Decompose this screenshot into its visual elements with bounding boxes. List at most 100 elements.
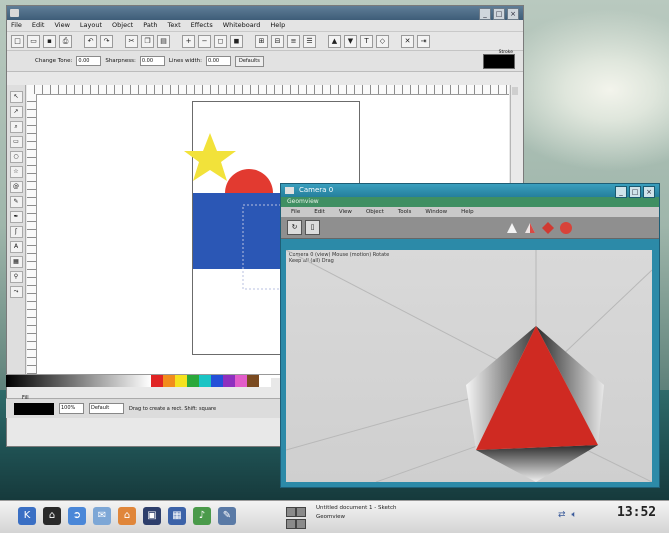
konqueror-icon[interactable]: ➲	[68, 507, 86, 525]
zoom-page-icon[interactable]: ◼	[230, 34, 243, 48]
pen-tool-icon[interactable]: ✒	[9, 211, 23, 223]
cone-light-icon[interactable]	[522, 220, 537, 235]
maximize-icon[interactable]: □	[629, 186, 641, 198]
menu-file[interactable]: File	[11, 20, 22, 31]
task-item[interactable]: Untitled document 1 - Sketch	[316, 504, 476, 513]
copy-icon[interactable]: ❐	[141, 34, 154, 48]
calendar-icon[interactable]: ▦	[168, 507, 186, 525]
sound-icon[interactable]: ♪	[193, 507, 211, 525]
open-file-icon[interactable]: ▭	[27, 34, 40, 48]
palette-swatch-pink[interactable]	[235, 375, 247, 387]
export-icon[interactable]: ⇥	[417, 34, 430, 48]
page-icon[interactable]: ▯	[305, 220, 320, 235]
kde-menu-icon[interactable]: K	[18, 507, 36, 525]
menu-help[interactable]: Help	[270, 20, 285, 31]
maximize-icon[interactable]: □	[493, 8, 505, 20]
new-file-icon[interactable]: □	[11, 34, 24, 48]
save-icon[interactable]: ▪	[43, 34, 56, 48]
calligraphy-tool-icon[interactable]: ʃ	[9, 226, 23, 238]
palette-swatch-purple[interactable]	[223, 375, 235, 387]
network-icon[interactable]: ⇄	[558, 510, 566, 520]
to-front-icon[interactable]: ▲	[328, 34, 341, 48]
text-tool-icon[interactable]: A	[9, 241, 23, 253]
x-icon[interactable]: ✕	[401, 34, 414, 48]
pager-desktop[interactable]	[286, 507, 296, 517]
node-icon[interactable]: ◇	[376, 34, 389, 48]
close-icon[interactable]: ×	[507, 8, 519, 20]
spiral-tool-icon[interactable]: @	[9, 181, 23, 193]
clock[interactable]: 13:52	[617, 505, 656, 520]
sharpness-field[interactable]: 0.00	[139, 56, 165, 66]
layer-selector[interactable]: Default	[89, 403, 124, 414]
file-manager-icon[interactable]: ⌂	[118, 507, 136, 525]
close-icon[interactable]: ×	[643, 186, 655, 198]
menu-tools[interactable]: Tools	[398, 207, 412, 217]
3d-viewport[interactable]: Camera 0 (view) Mouse (motion) Rotate Ke…	[286, 250, 652, 482]
select-tool-icon[interactable]: ↖	[9, 91, 23, 103]
redo-icon[interactable]: ↷	[100, 34, 113, 48]
pencil-tool-icon[interactable]: ✎	[9, 196, 23, 208]
gradient-tool-icon[interactable]: ▦	[9, 256, 23, 268]
distribute-icon[interactable]: ☰	[303, 34, 316, 48]
menu-edit[interactable]: Edit	[314, 207, 325, 217]
zoom-in-icon[interactable]: +	[182, 34, 195, 48]
stroke-color-swatch[interactable]	[483, 54, 515, 69]
menu-view[interactable]: View	[54, 20, 69, 31]
menu-window[interactable]: Window	[425, 207, 447, 217]
editor-icon[interactable]: ✎	[218, 507, 236, 525]
terminal-icon[interactable]: ▣	[143, 507, 161, 525]
task-item[interactable]: Geomview	[316, 513, 476, 522]
palette-swatch-yellow[interactable]	[175, 375, 187, 387]
minimize-icon[interactable]: _	[615, 186, 627, 198]
defaults-button[interactable]: Defaults	[234, 55, 264, 67]
octahedron-red-icon[interactable]	[540, 220, 555, 235]
menu-layout[interactable]: Layout	[80, 20, 102, 31]
palette-swatch-green[interactable]	[187, 375, 199, 387]
zoom-fit-icon[interactable]: ◻	[214, 34, 227, 48]
tone-field[interactable]: 0.00	[76, 56, 102, 66]
volume-icon[interactable]: 🔈︎	[572, 510, 577, 520]
to-back-icon[interactable]: ▼	[344, 34, 357, 48]
geomview-titlebar[interactable]: Camera 0 _ □ ×	[281, 184, 659, 198]
rotate-icon[interactable]: ↻	[287, 220, 302, 235]
ungroup-icon[interactable]: ⊟	[271, 34, 284, 48]
paste-icon[interactable]: ▤	[157, 34, 170, 48]
palette-swatch-cyan[interactable]	[199, 375, 211, 387]
group-icon[interactable]: ⊞	[255, 34, 268, 48]
zoom-field[interactable]: 100%	[59, 403, 84, 414]
minimize-icon[interactable]: _	[479, 8, 491, 20]
palette-swatch-red[interactable]	[151, 375, 163, 387]
menu-file[interactable]: File	[291, 207, 300, 217]
mail-icon[interactable]: ✉	[93, 507, 111, 525]
cone-white-icon[interactable]	[504, 220, 519, 235]
home-icon[interactable]: ⌂	[43, 507, 61, 525]
palette-swatch-brown[interactable]	[247, 375, 259, 387]
menu-whiteboard[interactable]: Whiteboard	[223, 20, 261, 31]
gray-gradient-palette[interactable]	[6, 375, 151, 387]
align-icon[interactable]: ≡	[287, 34, 300, 48]
pager-desktop[interactable]	[286, 519, 296, 529]
cut-icon[interactable]: ✂	[125, 34, 138, 48]
star-tool-icon[interactable]: ☆	[9, 166, 23, 178]
pager-desktop[interactable]	[296, 507, 306, 517]
menu-view[interactable]: View	[339, 207, 352, 217]
menu-text[interactable]: Text	[167, 20, 180, 31]
fill-indicator[interactable]: Fill	[14, 395, 54, 415]
node-tool-icon[interactable]: ↗	[9, 106, 23, 118]
menu-object[interactable]: Object	[366, 207, 384, 217]
rect-tool-icon[interactable]: ▭	[9, 136, 23, 148]
undo-icon[interactable]: ↶	[84, 34, 97, 48]
menu-path[interactable]: Path	[143, 20, 157, 31]
dropper-tool-icon[interactable]: ⚲	[9, 271, 23, 283]
line-width-field[interactable]: 0.00	[205, 56, 231, 66]
menu-help[interactable]: Help	[461, 207, 474, 217]
connector-tool-icon[interactable]: ⤳	[9, 286, 23, 298]
menu-edit[interactable]: Edit	[32, 20, 45, 31]
vertical-ruler[interactable]	[27, 94, 37, 378]
menu-object[interactable]: Object	[112, 20, 133, 31]
zoom-tool-icon[interactable]: ⌕	[9, 121, 23, 133]
horizontal-ruler[interactable]	[27, 85, 509, 95]
palette-swatch-blue[interactable]	[211, 375, 223, 387]
sphere-red-icon[interactable]	[558, 220, 573, 235]
palette-swatch-orange[interactable]	[163, 375, 175, 387]
